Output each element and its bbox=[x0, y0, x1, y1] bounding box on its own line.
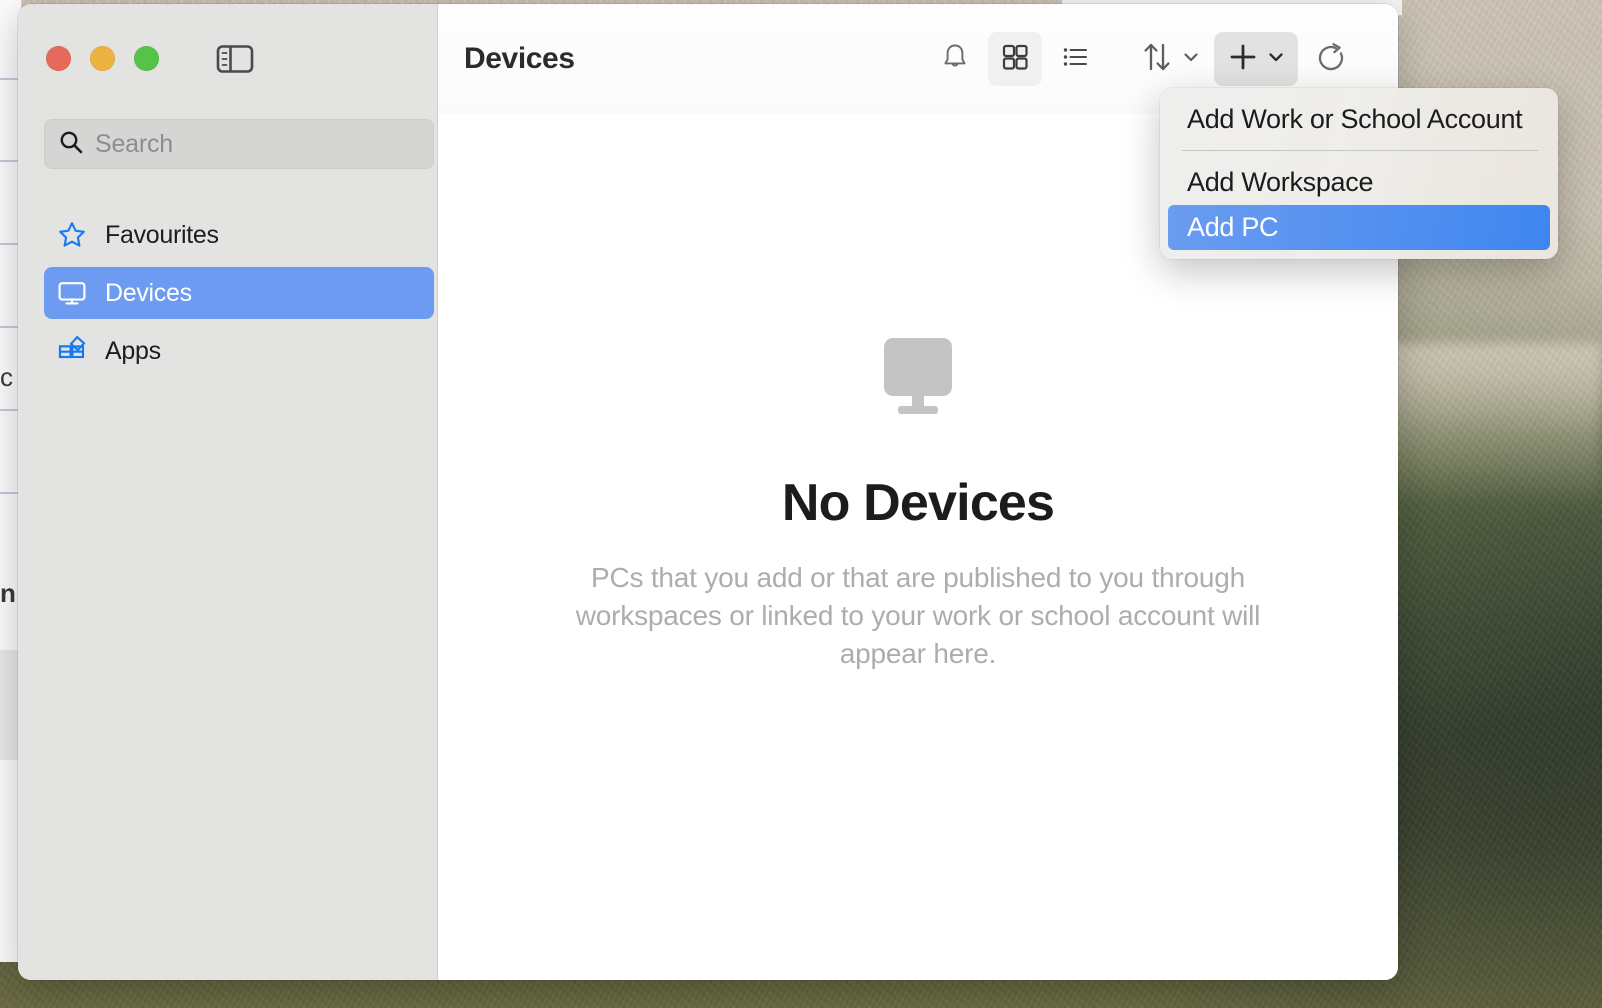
sidebar-item-apps[interactable]: Apps bbox=[44, 325, 434, 377]
monitor-large-icon bbox=[874, 336, 962, 421]
list-view-icon bbox=[1059, 41, 1091, 78]
star-icon bbox=[57, 220, 87, 250]
plus-icon bbox=[1227, 41, 1259, 78]
sidebar: Search Favourites bbox=[18, 4, 438, 980]
sidebar-item-devices[interactable]: Devices bbox=[44, 267, 434, 319]
minimize-button[interactable] bbox=[90, 46, 115, 71]
grid-view-icon bbox=[999, 41, 1031, 78]
notifications-button[interactable] bbox=[928, 32, 982, 86]
menu-item-label: Add Workspace bbox=[1187, 167, 1373, 198]
sort-button[interactable] bbox=[1132, 32, 1208, 86]
page-title: Devices bbox=[464, 42, 575, 76]
chevron-down-icon bbox=[1182, 48, 1200, 71]
empty-state-title: No Devices bbox=[782, 473, 1054, 533]
list-view-button[interactable] bbox=[1048, 32, 1102, 86]
menu-item-add-work-or-school-account[interactable]: Add Work or School Account bbox=[1168, 97, 1550, 142]
sidebar-item-label: Apps bbox=[105, 337, 161, 366]
add-dropdown-menu: Add Work or School Account Add Workspace… bbox=[1160, 88, 1558, 259]
search-icon bbox=[58, 129, 84, 160]
window-controls bbox=[46, 46, 159, 71]
sidebar-item-label: Favourites bbox=[105, 221, 219, 250]
menu-separator bbox=[1182, 150, 1538, 151]
close-button[interactable] bbox=[46, 46, 71, 71]
sidebar-item-favourites[interactable]: Favourites bbox=[44, 209, 434, 261]
search-placeholder: Search bbox=[95, 130, 173, 159]
add-button[interactable] bbox=[1214, 32, 1298, 86]
screen: c n bbox=[0, 0, 1602, 1008]
grid-view-button[interactable] bbox=[988, 32, 1042, 86]
zoom-button[interactable] bbox=[134, 46, 159, 71]
refresh-button[interactable] bbox=[1304, 32, 1358, 86]
apps-grid-icon bbox=[57, 336, 87, 366]
sidebar-toggle-icon[interactable] bbox=[216, 44, 254, 74]
empty-state-description: PCs that you add or that are published t… bbox=[533, 559, 1303, 673]
toolbar-actions bbox=[928, 32, 1358, 86]
menu-item-add-pc[interactable]: Add PC bbox=[1168, 205, 1550, 250]
sidebar-nav: Favourites Devices bbox=[44, 209, 434, 383]
refresh-icon bbox=[1314, 40, 1348, 79]
menu-item-label: Add PC bbox=[1187, 212, 1278, 243]
monitor-icon bbox=[57, 278, 87, 308]
chevron-down-icon bbox=[1267, 48, 1285, 71]
menu-item-add-workspace[interactable]: Add Workspace bbox=[1168, 160, 1550, 205]
sort-arrows-icon bbox=[1140, 39, 1174, 80]
menu-item-label: Add Work or School Account bbox=[1187, 104, 1522, 135]
bell-icon bbox=[939, 41, 971, 78]
sidebar-item-label: Devices bbox=[105, 279, 192, 308]
search-input[interactable]: Search bbox=[44, 119, 434, 169]
